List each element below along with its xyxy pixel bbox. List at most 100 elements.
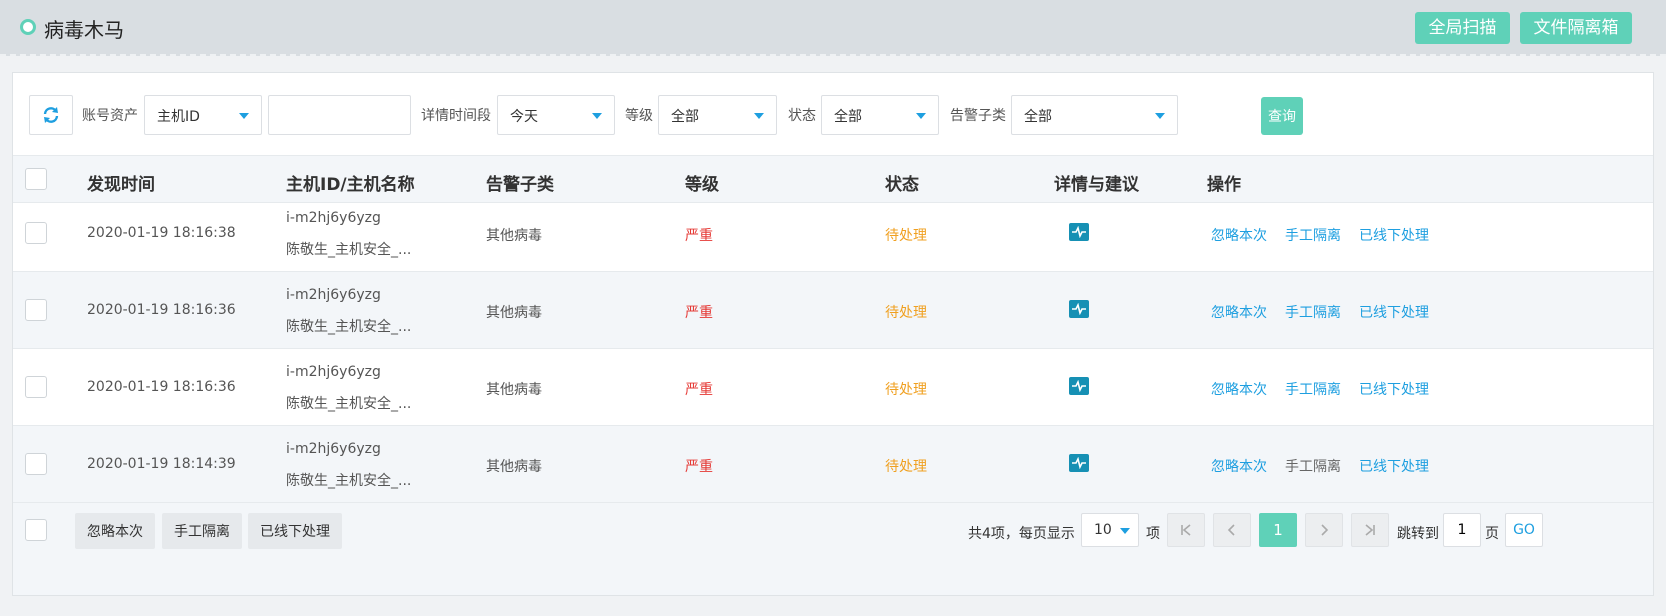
pulse-chart-icon[interactable] bbox=[1069, 454, 1089, 472]
offline-handled-link[interactable]: 已线下处理 bbox=[1359, 225, 1429, 245]
column-header-level: 等级 bbox=[685, 175, 719, 195]
offline-handled-link[interactable]: 已线下处理 bbox=[1359, 456, 1429, 476]
table-footer: 忽略本次 手工隔离 已线下处理 共4项，每页显示 10 项 1 跳转到 页 GO bbox=[13, 503, 1653, 595]
account-asset-select[interactable]: 主机ID bbox=[144, 95, 262, 135]
time-range-label: 详情时间段 bbox=[421, 108, 491, 124]
level-select[interactable]: 全部 bbox=[658, 95, 777, 135]
row-level: 严重 bbox=[685, 305, 713, 321]
ignore-once-link[interactable]: 忽略本次 bbox=[1211, 302, 1267, 322]
manual-isolate-link[interactable]: 手工隔离 bbox=[1285, 379, 1341, 399]
first-page-button[interactable] bbox=[1167, 513, 1205, 547]
row-host-id: i-m2hj6y6yzg bbox=[286, 364, 381, 380]
manual-isolate-link[interactable]: 手工隔离 bbox=[1285, 302, 1341, 322]
column-header-ops: 操作 bbox=[1207, 175, 1241, 195]
table-row: 2020-01-19 18:16:38 i-m2hj6y6yzg 陈敬生_主机安… bbox=[13, 195, 1653, 272]
time-range-select[interactable]: 今天 bbox=[497, 95, 615, 135]
row-state: 待处理 bbox=[885, 228, 927, 244]
page-title: 病毒木马 bbox=[44, 18, 124, 42]
page-1-button[interactable]: 1 bbox=[1259, 513, 1297, 547]
go-button[interactable]: GO bbox=[1505, 513, 1543, 547]
row-state: 待处理 bbox=[885, 382, 927, 398]
row-level: 严重 bbox=[685, 459, 713, 475]
first-page-icon bbox=[1181, 524, 1191, 536]
pulse-chart-icon[interactable] bbox=[1069, 223, 1089, 241]
manual-isolate-link[interactable]: 手工隔离 bbox=[1285, 225, 1341, 245]
level-label: 等级 bbox=[625, 108, 653, 124]
state-label: 状态 bbox=[788, 108, 816, 124]
page-size-unit: 项 bbox=[1146, 526, 1160, 542]
caret-down-icon bbox=[592, 113, 602, 119]
refresh-icon bbox=[43, 107, 59, 123]
select-all-checkbox[interactable] bbox=[25, 168, 47, 190]
column-header-subtype: 告警子类 bbox=[486, 175, 554, 195]
level-select-value: 全部 bbox=[671, 109, 699, 125]
row-subtype: 其他病毒 bbox=[486, 382, 542, 398]
row-time: 2020-01-19 18:16:36 bbox=[87, 302, 236, 318]
global-scan-button[interactable]: 全局扫描 bbox=[1415, 12, 1510, 44]
account-asset-label: 账号资产 bbox=[82, 108, 138, 124]
account-asset-select-value: 主机ID bbox=[157, 109, 200, 125]
last-page-button[interactable] bbox=[1351, 513, 1389, 547]
column-header-host: 主机ID/主机名称 bbox=[286, 175, 415, 195]
batch-ignore-button[interactable]: 忽略本次 bbox=[75, 513, 155, 549]
chevron-right-icon bbox=[1321, 524, 1329, 536]
offline-handled-link[interactable]: 已线下处理 bbox=[1359, 379, 1429, 399]
caret-down-icon bbox=[1155, 113, 1165, 119]
title-circle-icon bbox=[20, 19, 36, 35]
alert-subtype-select-value: 全部 bbox=[1024, 109, 1052, 125]
table-row: 2020-01-19 18:14:39 i-m2hj6y6yzg 陈敬生_主机安… bbox=[13, 426, 1653, 503]
row-subtype: 其他病毒 bbox=[486, 459, 542, 475]
file-quarantine-button[interactable]: 文件隔离箱 bbox=[1520, 12, 1632, 44]
caret-down-icon bbox=[239, 113, 249, 119]
row-host-name: 陈敬生_主机安全_... bbox=[286, 319, 412, 335]
row-checkbox[interactable] bbox=[25, 453, 47, 475]
row-checkbox[interactable] bbox=[25, 222, 47, 244]
row-checkbox[interactable] bbox=[25, 376, 47, 398]
row-level: 严重 bbox=[685, 228, 713, 244]
pagination-total: 共4项，每页显示 bbox=[968, 526, 1075, 542]
jump-to-label: 跳转到 bbox=[1397, 526, 1439, 542]
table-row: 2020-01-19 18:16:36 i-m2hj6y6yzg 陈敬生_主机安… bbox=[13, 349, 1653, 426]
state-select-value: 全部 bbox=[834, 109, 862, 125]
time-range-select-value: 今天 bbox=[510, 109, 538, 125]
ignore-once-link[interactable]: 忽略本次 bbox=[1211, 379, 1267, 399]
table-row: 2020-01-19 18:16:36 i-m2hj6y6yzg 陈敬生_主机安… bbox=[13, 272, 1653, 349]
alert-subtype-label: 告警子类 bbox=[950, 108, 1006, 124]
alert-subtype-select[interactable]: 全部 bbox=[1011, 95, 1178, 135]
next-page-button[interactable] bbox=[1305, 513, 1343, 547]
ignore-once-link[interactable]: 忽略本次 bbox=[1211, 225, 1267, 245]
row-host-name: 陈敬生_主机安全_... bbox=[286, 396, 412, 412]
prev-page-button[interactable] bbox=[1213, 513, 1251, 547]
query-button[interactable]: 查询 bbox=[1261, 97, 1303, 135]
chevron-left-icon bbox=[1227, 524, 1235, 536]
caret-down-icon bbox=[916, 113, 926, 119]
caret-down-icon bbox=[754, 113, 764, 119]
row-checkbox[interactable] bbox=[25, 299, 47, 321]
page-unit-label: 页 bbox=[1485, 526, 1499, 542]
row-host-id: i-m2hj6y6yzg bbox=[286, 210, 381, 226]
page-size-select[interactable]: 10 bbox=[1081, 513, 1139, 547]
row-subtype: 其他病毒 bbox=[486, 228, 542, 244]
row-host-id: i-m2hj6y6yzg bbox=[286, 287, 381, 303]
main-panel: 账号资产 主机ID 详情时间段 今天 等级 全部 状态 全部 告警子类 全部 查… bbox=[12, 72, 1654, 596]
column-header-detail: 详情与建议 bbox=[1054, 175, 1139, 195]
last-page-icon bbox=[1365, 524, 1375, 536]
column-header-time: 发现时间 bbox=[87, 175, 155, 195]
batch-offline-button[interactable]: 已线下处理 bbox=[248, 513, 342, 549]
row-state: 待处理 bbox=[885, 459, 927, 475]
state-select[interactable]: 全部 bbox=[821, 95, 939, 135]
ignore-once-link[interactable]: 忽略本次 bbox=[1211, 456, 1267, 476]
row-time: 2020-01-19 18:14:39 bbox=[87, 456, 236, 472]
pulse-chart-icon[interactable] bbox=[1069, 300, 1089, 318]
jump-page-input[interactable] bbox=[1443, 513, 1481, 547]
row-level: 严重 bbox=[685, 382, 713, 398]
refresh-button[interactable] bbox=[29, 95, 73, 135]
row-time: 2020-01-19 18:16:36 bbox=[87, 379, 236, 395]
row-time: 2020-01-19 18:16:38 bbox=[87, 225, 236, 241]
row-host-name: 陈敬生_主机安全_... bbox=[286, 473, 412, 489]
account-asset-input[interactable] bbox=[268, 95, 411, 135]
batch-isolate-button[interactable]: 手工隔离 bbox=[162, 513, 242, 549]
offline-handled-link[interactable]: 已线下处理 bbox=[1359, 302, 1429, 322]
select-all-footer-checkbox[interactable] bbox=[25, 519, 47, 541]
pulse-chart-icon[interactable] bbox=[1069, 377, 1089, 395]
